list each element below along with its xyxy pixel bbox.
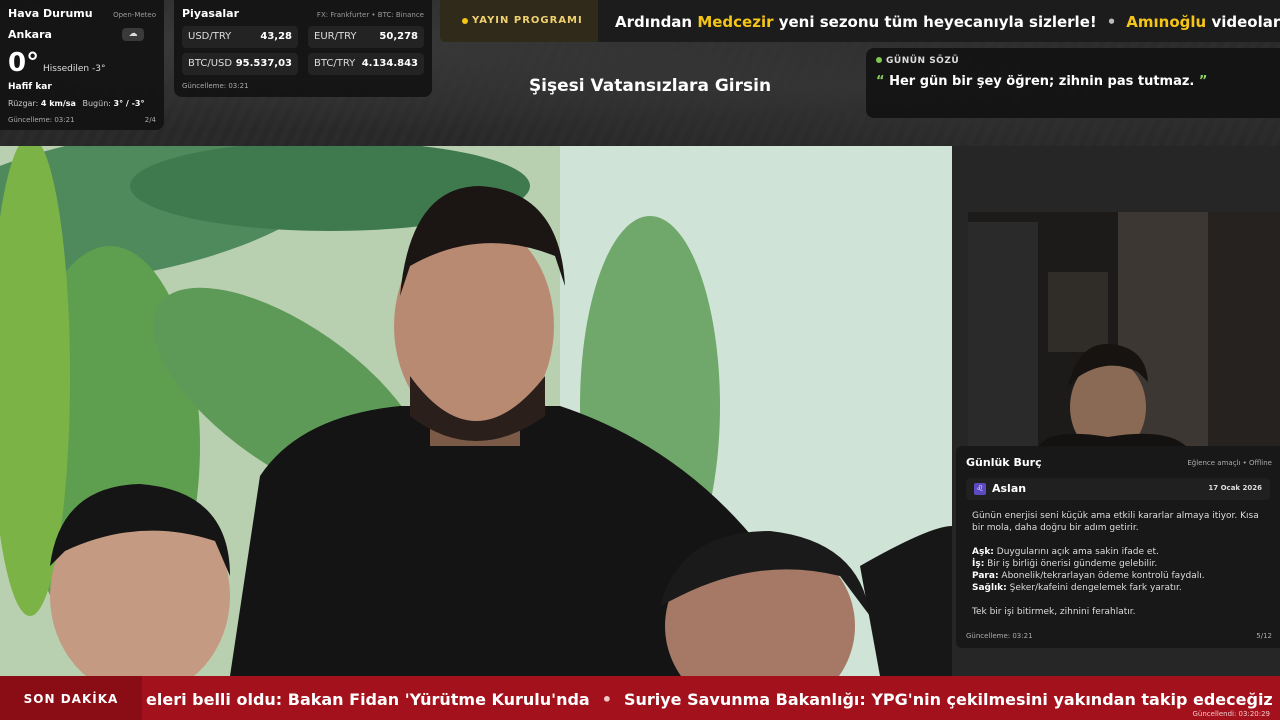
health-text: Şeker/kafeini dengelemek fark yaratır. — [1006, 583, 1182, 593]
horoscope-widget: Günlük Burç Eğlence amaçlı • Offline ♌ A… — [956, 446, 1280, 648]
breaking-item: Suriye Savunma Bakanlığı: YPG'nin çekilm… — [623, 690, 1273, 709]
markets-widget: Piyasalar FX: Frankfurter • BTC: Binance… — [174, 0, 432, 97]
market-name: EUR/TRY — [314, 31, 357, 42]
weather-source: Open-Meteo — [113, 11, 156, 19]
market-value: 4.134.843 — [361, 58, 418, 69]
horoscope-body: Günün enerjisi seni küçük ama etkili kar… — [972, 510, 1262, 630]
weather-feels-like: Hissedilen -3° — [43, 64, 106, 74]
horoscope-page-indicator: 5/12 — [1256, 632, 1272, 640]
weather-details: Rüzgar: 4 km/sa Bugün: 3° / -3° — [8, 99, 144, 108]
cloud-snow-icon: ☁ — [122, 28, 144, 41]
market-value: 95.537,03 — [235, 58, 292, 69]
health-label: Sağlık: — [972, 583, 1007, 593]
market-item: USD/TRY 43,28 — [182, 26, 298, 48]
weather-city: Ankara — [8, 28, 52, 41]
market-item: BTC/TRY 4.134.843 — [308, 53, 424, 75]
horoscope-intro: Günün enerjisi seni küçük ama etkili kar… — [972, 511, 1259, 533]
breaking-item: eleri belli oldu: Bakan Fidan 'Yürütme K… — [146, 690, 590, 709]
quote-heading-row: GÜNÜN SÖZÜ — [876, 56, 1270, 66]
ticker-highlight: Medcezir — [697, 13, 774, 31]
schedule-badge: YAYIN PROGRAMI — [440, 0, 598, 42]
today-label: Bugün: — [82, 99, 111, 108]
breaking-label: SON DAKİKA — [0, 676, 142, 720]
market-name: BTC/TRY — [314, 58, 356, 69]
horoscope-date: 17 Ocak 2026 — [1208, 484, 1262, 492]
horoscope-health: Sağlık: Şeker/kafeini dengelemek fark ya… — [972, 582, 1262, 594]
ticker-highlight: Amınoğlu — [1126, 13, 1207, 31]
ticker-text: yeni sezonu tüm heyecanıyla sizlerle! — [773, 13, 1097, 31]
market-item: BTC/USD 95.537,03 — [182, 53, 298, 75]
quote-text: Her gün bir şey öğren; zihnin pas tutmaz… — [889, 74, 1195, 89]
top-ticker: Ardından Medcezir yeni sezonu tüm heyeca… — [598, 0, 1280, 42]
weather-widget: Hava Durumu Open-Meteo Ankara ☁ 0° Hisse… — [0, 0, 164, 130]
wind-value: 4 km/sa — [40, 99, 76, 108]
money-text: Abonelik/tekrarlayan ödeme kontrolü fayd… — [998, 571, 1205, 581]
weather-page-indicator: 2/4 — [144, 116, 156, 124]
horoscope-work: İş: Bir iş birliği önerisi gündeme geleb… — [972, 558, 1262, 570]
market-name: BTC/USD — [188, 58, 233, 69]
horoscope-updated: Güncelleme: 03:21 — [966, 632, 1033, 640]
markets-source: FX: Frankfurter • BTC: Binance — [316, 11, 424, 19]
weather-updated: Güncelleme: 03:21 — [8, 116, 75, 124]
breaking-news-bar: SON DAKİKA eleri belli oldu: Bakan Fidan… — [0, 676, 1280, 720]
market-value: 50,278 — [379, 31, 418, 42]
weather-condition: Hafif kar — [8, 82, 52, 92]
wind-label: Rüzgar: — [8, 99, 39, 108]
horoscope-money: Para: Abonelik/tekrarlayan ödeme kontrol… — [972, 570, 1262, 582]
weather-temperature: 0° — [8, 48, 40, 78]
video-scene — [0, 146, 952, 676]
love-text: Duygularını açık ama sakin ifade et. — [993, 547, 1159, 557]
market-name: USD/TRY — [188, 31, 232, 42]
webcam-scene — [968, 212, 1280, 448]
ticker-text: Ardından — [615, 13, 698, 31]
breaking-separator: • — [601, 690, 612, 709]
horoscope-sign: Aslan — [992, 482, 1027, 495]
love-label: Aşk: — [972, 547, 994, 557]
schedule-dot-icon — [462, 18, 468, 24]
quote-open-mark: “ — [876, 74, 885, 89]
horoscope-sign-row: ♌ Aslan 17 Ocak 2026 — [966, 478, 1270, 500]
quote-dot-icon — [876, 57, 882, 63]
quote-heading: GÜNÜN SÖZÜ — [886, 56, 960, 66]
quote-text-row: “ Her gün bir şey öğren; zihnin pas tutm… — [876, 74, 1270, 89]
webcam-feed — [968, 212, 1280, 448]
horoscope-mode: Eğlence amaçlı • Offline — [1187, 459, 1272, 467]
market-value: 43,28 — [260, 31, 292, 42]
show-title: Şişesi Vatansızlara Girsin — [528, 76, 772, 96]
main-video — [0, 146, 952, 676]
ticker-text: videolar ve bi — [1211, 13, 1280, 31]
breaking-updated: Güncellendi: 03:20:29 — [1192, 710, 1271, 718]
markets-updated: Güncelleme: 03:21 — [182, 82, 249, 90]
schedule-label: YAYIN PROGRAMI — [472, 15, 583, 26]
money-label: Para: — [972, 571, 999, 581]
work-text: Bir iş birliği önerisi gündeme gelebilir… — [984, 559, 1158, 569]
today-value: 3° / -3° — [113, 99, 145, 108]
work-label: İş: — [972, 559, 985, 569]
ticker-separator: • — [1106, 13, 1117, 31]
horoscope-closing: Tek bir işi bitirmek, zihnini ferahlatır… — [972, 607, 1136, 617]
market-item: EUR/TRY 50,278 — [308, 26, 424, 48]
breaking-ticker: eleri belli oldu: Bakan Fidan 'Yürütme K… — [142, 676, 1280, 720]
horoscope-love: Aşk: Duygularını açık ama sakin ifade et… — [972, 546, 1262, 558]
quote-close-mark: ” — [1198, 74, 1208, 89]
leo-icon: ♌ — [974, 483, 986, 495]
quote-widget: GÜNÜN SÖZÜ “ Her gün bir şey öğren; zihn… — [866, 48, 1280, 118]
